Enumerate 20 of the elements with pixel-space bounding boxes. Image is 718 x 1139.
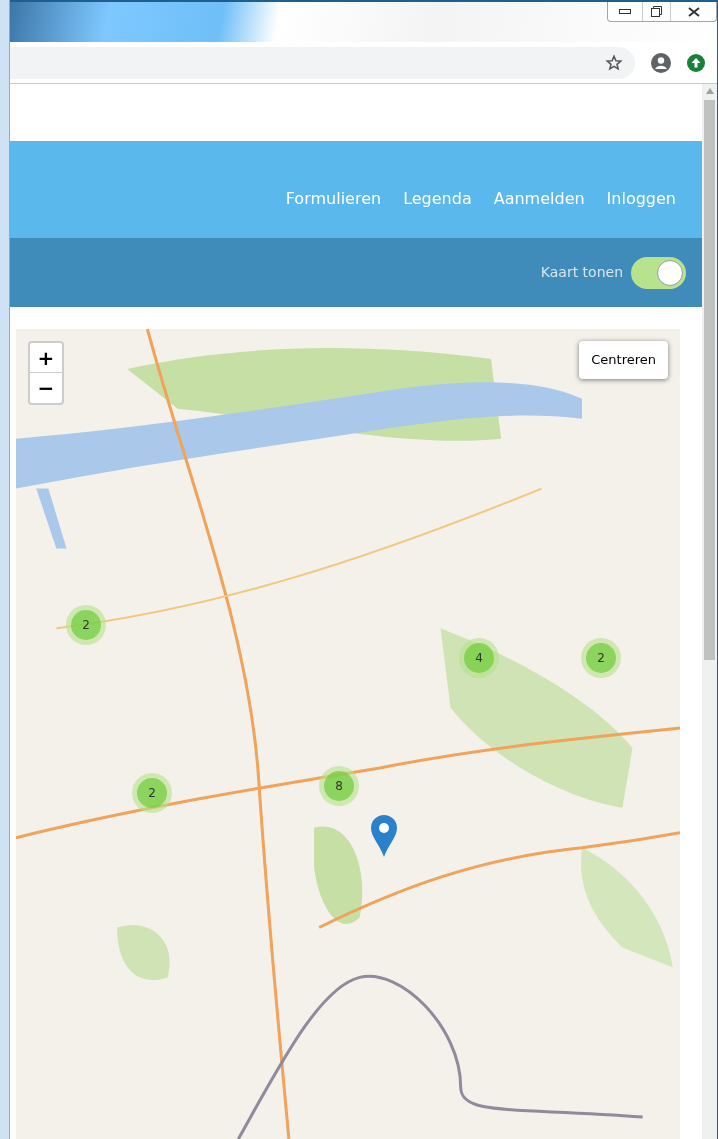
toggle-knob-icon — [657, 259, 683, 286]
cluster-marker[interactable]: 2 — [581, 638, 621, 678]
map-toggle[interactable] — [631, 256, 686, 289]
account-icon[interactable] — [651, 52, 671, 73]
zoom-out-button[interactable]: − — [30, 373, 62, 403]
minimize-icon — [619, 8, 631, 15]
zoom-in-button[interactable]: + — [30, 343, 62, 373]
map-pin-icon[interactable] — [371, 815, 397, 857]
center-button[interactable]: Centreren — [579, 341, 668, 379]
star-icon[interactable] — [605, 53, 623, 72]
cluster-marker[interactable]: 4 — [459, 638, 499, 678]
cluster-marker[interactable]: 2 — [66, 605, 106, 645]
toggle-label: Kaart tonen — [540, 263, 623, 282]
close-icon — [687, 6, 700, 17]
restore-icon — [651, 6, 662, 17]
cluster-marker[interactable]: 8 — [319, 766, 359, 806]
cluster-marker[interactable]: 2 — [132, 773, 172, 813]
update-icon[interactable] — [687, 53, 705, 72]
scrollbar-thumb[interactable] — [704, 100, 715, 660]
scrollbar[interactable] — [702, 84, 717, 1139]
